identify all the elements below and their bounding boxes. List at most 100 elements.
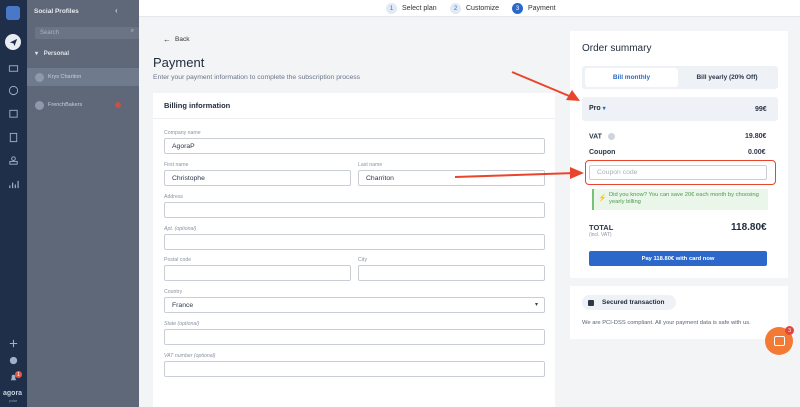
total-value: 118.80€ bbox=[731, 222, 767, 233]
divider bbox=[153, 118, 555, 119]
country-value: France bbox=[172, 301, 194, 309]
last-name-value: Charriton bbox=[366, 174, 394, 182]
team-icon[interactable] bbox=[6, 154, 20, 166]
pay-button-label: Pay 118.80€ with card now bbox=[641, 255, 715, 262]
country-select[interactable]: France ▾ bbox=[164, 297, 545, 313]
vat-label-text: VAT bbox=[589, 133, 602, 141]
panel-title: Social Profiles bbox=[34, 7, 79, 15]
brand-logo: agora bbox=[3, 390, 23, 397]
profile-avatar bbox=[35, 100, 44, 110]
app-rail: 1 agora pulse bbox=[0, 0, 27, 407]
secure-card bbox=[570, 286, 788, 339]
chat-badge: 3 bbox=[785, 326, 794, 335]
send-icon[interactable] bbox=[5, 34, 21, 50]
yearly-tip: ⚡ Did you know? You can save 20€ each mo… bbox=[592, 189, 768, 210]
step-select-plan[interactable]: 1 Select plan bbox=[386, 3, 437, 14]
secure-badge-text: Secured transaction bbox=[602, 299, 665, 306]
bill-monthly-label: Bill monthly bbox=[612, 74, 651, 81]
state-field[interactable] bbox=[164, 329, 545, 345]
plan-row[interactable] bbox=[582, 97, 778, 121]
vat-label: VAT bbox=[589, 133, 615, 140]
profile-search-input[interactable]: Search ⌕ bbox=[35, 27, 139, 39]
company-label: Company name bbox=[164, 130, 201, 136]
checkout-stepper: 1 Select plan 2 Customize 3 Payment bbox=[139, 0, 800, 17]
globe-icon[interactable] bbox=[6, 84, 20, 96]
vat-number-field[interactable] bbox=[164, 361, 545, 377]
arrow-left-icon: ← bbox=[163, 35, 171, 44]
search-icon: ⌕ bbox=[130, 28, 134, 34]
bill-yearly-tab[interactable]: Bill yearly (20% Off) bbox=[679, 68, 775, 87]
step-number: 2 bbox=[450, 3, 461, 14]
profile-name: FrenchBakers bbox=[48, 102, 83, 108]
step-payment[interactable]: 3 Payment bbox=[512, 3, 556, 14]
coupon-value: 0.00€ bbox=[748, 149, 766, 156]
back-link[interactable]: ← Back bbox=[163, 35, 189, 44]
postal-code-field[interactable] bbox=[164, 265, 351, 281]
back-label: Back bbox=[175, 36, 190, 43]
chevron-down-icon: ▾ bbox=[35, 51, 39, 57]
country-label: Country bbox=[164, 289, 183, 295]
info-icon[interactable] bbox=[607, 133, 615, 140]
collapse-icon[interactable]: ‹ bbox=[115, 6, 118, 15]
total-sub: (incl. VAT) bbox=[589, 232, 612, 238]
bill-monthly-tab[interactable]: Bill monthly bbox=[585, 68, 678, 87]
city-field[interactable] bbox=[358, 265, 545, 281]
page-title: Payment bbox=[153, 55, 205, 70]
coupon-input[interactable]: Coupon code bbox=[589, 165, 767, 180]
analytics-icon[interactable] bbox=[6, 178, 20, 190]
search-placeholder: Search bbox=[40, 30, 60, 36]
add-icon[interactable] bbox=[6, 337, 20, 349]
step-label: Select plan bbox=[402, 5, 437, 12]
company-value: AgoraP bbox=[172, 142, 195, 150]
profile-group-header[interactable]: ▾ Personal bbox=[35, 50, 69, 57]
calendar-icon[interactable] bbox=[6, 107, 20, 119]
address-label: Address bbox=[164, 194, 184, 200]
step-customize[interactable]: 2 Customize bbox=[450, 3, 499, 14]
plan-name[interactable]: Pro ▾ bbox=[589, 105, 606, 112]
last-name-label: Last name bbox=[358, 162, 383, 168]
user-avatar[interactable] bbox=[6, 6, 20, 20]
profile-item[interactable]: Krys Chariton bbox=[27, 68, 139, 86]
bill-yearly-label: Bill yearly (20% Off) bbox=[696, 74, 758, 81]
chat-icon bbox=[773, 336, 785, 346]
postal-code-label: Postal code bbox=[164, 257, 192, 263]
profile-item[interactable]: FrenchBakers bbox=[27, 96, 139, 114]
secure-badge: Secured transaction bbox=[582, 295, 676, 310]
last-name-field[interactable]: Charriton bbox=[358, 170, 545, 186]
summary-title: Order summary bbox=[582, 43, 652, 54]
social-profiles-panel: Social Profiles ‹ Search ⌕ ▾ Personal Kr… bbox=[27, 0, 139, 407]
first-name-label: First name bbox=[164, 162, 189, 168]
secure-text: We are PCI-DSS compliant. All your payme… bbox=[582, 320, 751, 326]
vat-number-label: VAT number (optional) bbox=[164, 353, 216, 359]
company-field[interactable]: AgoraP bbox=[164, 138, 545, 154]
first-name-field[interactable]: Christophe bbox=[164, 170, 351, 186]
apt-field[interactable] bbox=[164, 234, 545, 250]
group-label: Personal bbox=[43, 51, 70, 57]
city-label: City bbox=[358, 257, 367, 263]
step-label: Customize bbox=[466, 5, 500, 12]
coupon-label: Coupon bbox=[589, 149, 616, 156]
vat-value: 19.80€ bbox=[745, 133, 767, 140]
billing-title: Billing information bbox=[164, 101, 231, 110]
coupon-placeholder: Coupon code bbox=[597, 169, 638, 176]
page-subtitle: Enter your payment information to comple… bbox=[153, 74, 361, 81]
chevron-down-icon: ▾ bbox=[534, 302, 538, 308]
address-field[interactable] bbox=[164, 202, 545, 218]
apt-label: Apt. (optional) bbox=[164, 226, 197, 232]
lock-icon bbox=[588, 299, 594, 306]
report-icon[interactable] bbox=[6, 131, 20, 143]
plan-price: 99€ bbox=[755, 106, 767, 113]
help-icon[interactable] bbox=[6, 354, 20, 366]
profile-name: Krys Chariton bbox=[48, 74, 82, 80]
pay-button[interactable]: Pay 118.80€ with card now bbox=[589, 251, 767, 266]
notification-badge: 1 bbox=[15, 371, 22, 378]
inbox-icon[interactable] bbox=[6, 62, 20, 74]
step-number: 3 bbox=[512, 3, 523, 14]
state-label: State (optional) bbox=[164, 321, 200, 327]
bolt-icon: ⚡ bbox=[598, 195, 607, 202]
first-name-value: Christophe bbox=[172, 174, 205, 182]
tip-text: Did you know? You can save 20€ each mont… bbox=[609, 192, 759, 205]
step-label: Payment bbox=[528, 5, 556, 12]
brand-subtitle: pulse bbox=[9, 399, 18, 403]
plan-name-text: Pro bbox=[589, 105, 601, 112]
